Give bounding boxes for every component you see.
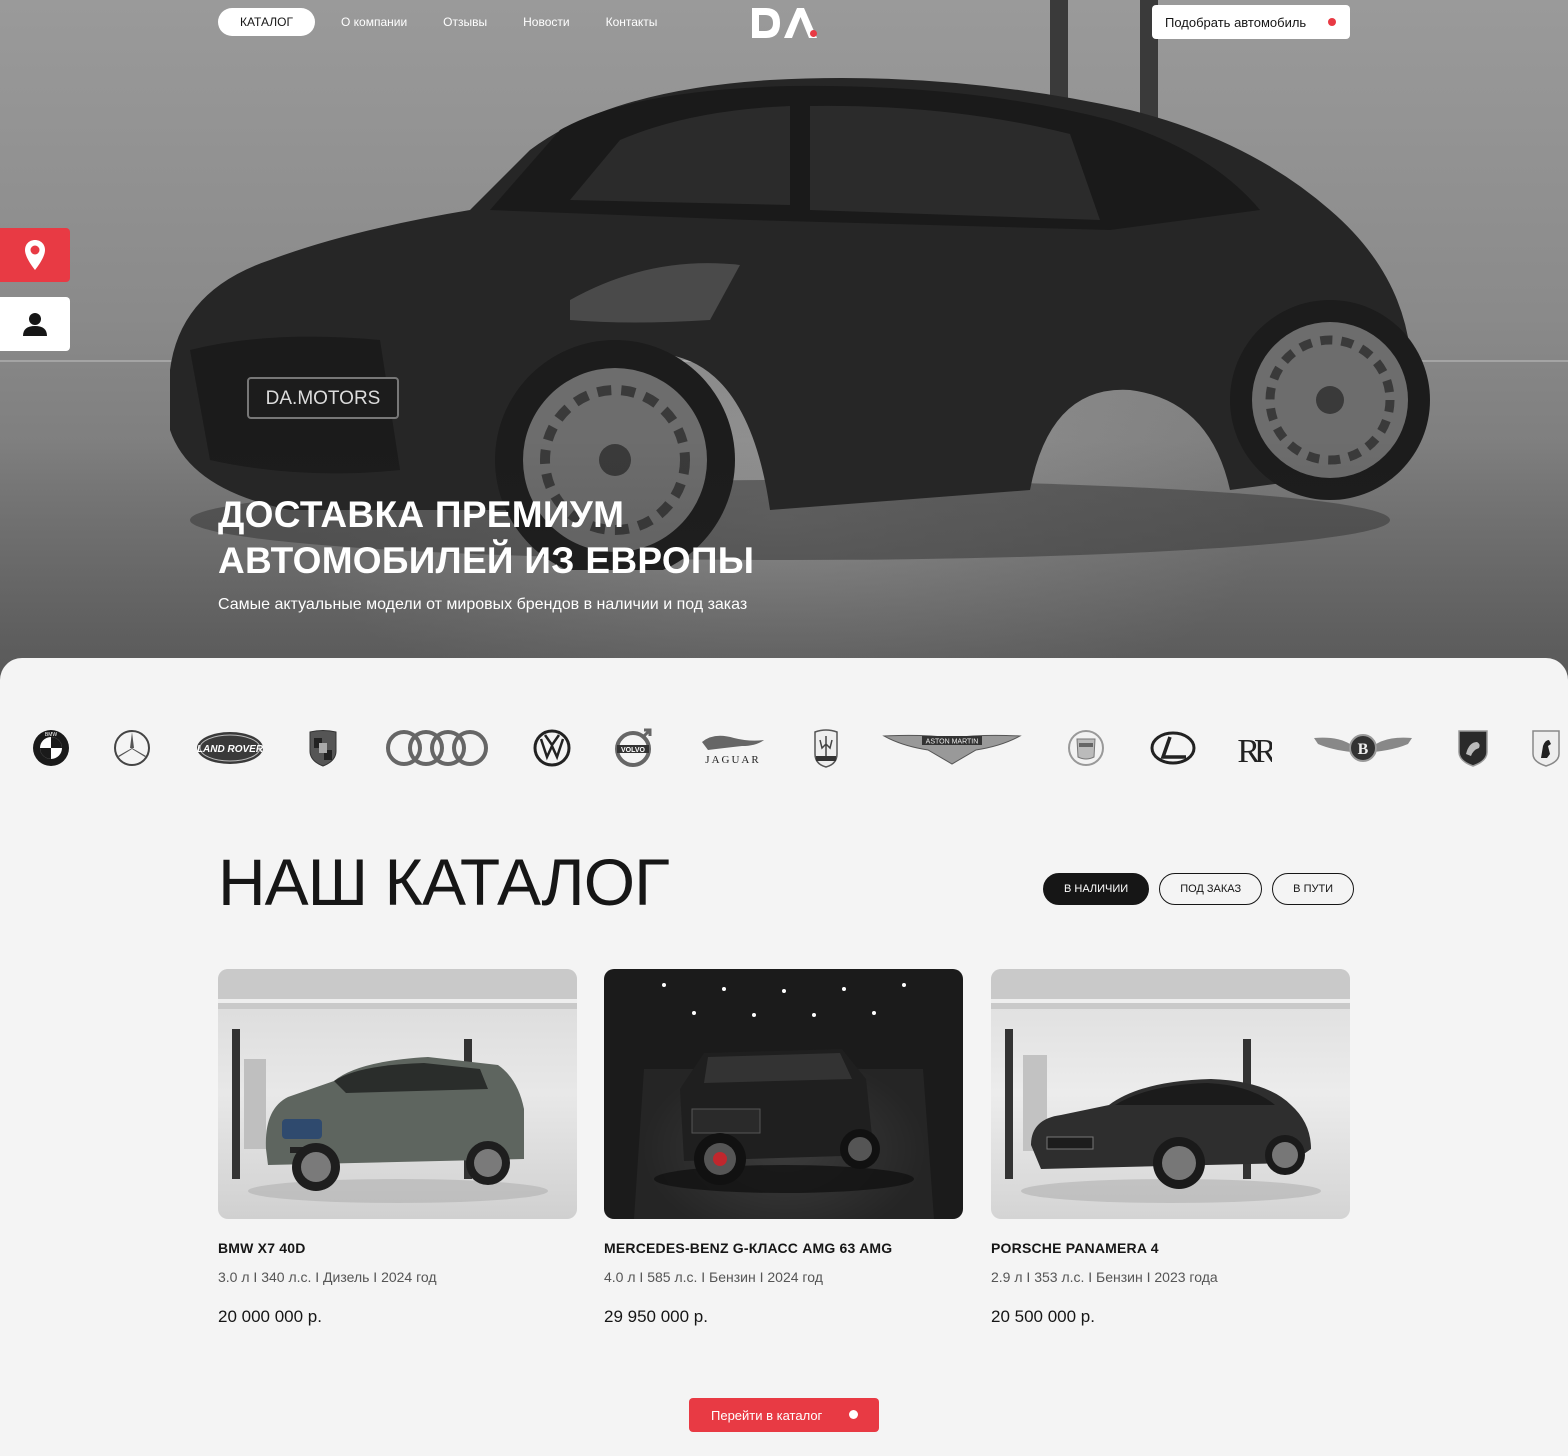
car-price: 20 500 000 р. [991,1307,1095,1326]
brand-logo-volvo[interactable]: VOLVO [612,722,654,774]
go-to-catalog-label: Перейти в каталог [711,1407,823,1423]
svg-text:LAND ROVER: LAND ROVER [197,744,264,755]
main-nav: КАТАЛОГ О компании Отзывы Новости Контак… [218,8,675,36]
svg-text:RR: RR [1237,733,1272,768]
car-photo[interactable] [218,969,577,1219]
map-pin-icon [25,240,45,270]
brand-logo-lexus[interactable] [1150,722,1196,774]
main-content: BMW LAND ROVER VOLVO JAGUAR ASTON MARTIN… [0,658,1568,1456]
svg-text:BMW: BMW [45,732,58,738]
hero-title: ДОСТАВКА ПРЕМИУМ АВТОМОБИЛЕЙ ИЗ ЕВРОПЫ [218,492,918,584]
car-name[interactable]: PORSCHE PANAMERA 4 [991,1240,1350,1256]
brand-logo-lamborghini[interactable] [1456,722,1490,774]
car-photo[interactable] [991,969,1350,1219]
account-button[interactable] [0,297,70,351]
car-card[interactable]: PORSCHE PANAMERA 4 2.9 л I 353 л.с. I Бе… [991,969,1350,1327]
user-icon [23,313,47,336]
car-card[interactable]: MERCEDES-BENZ G-КЛАСС AMG 63 AMG 4.0 л I… [604,969,963,1327]
hero-title-line: ДОСТАВКА ПРЕМИУМ [218,494,625,535]
logo-dot [810,30,817,37]
car-price: 20 000 000 р. [218,1307,322,1326]
go-to-catalog-button[interactable]: Перейти в каталог [689,1398,879,1432]
brand-logo-porsche[interactable] [306,722,340,774]
car-photo[interactable] [604,969,963,1219]
nav-about[interactable]: О компании [323,8,425,36]
brand-logo-rolls-royce[interactable]: RR [1236,722,1272,774]
pick-car-button[interactable]: Подобрать автомобиль [1152,5,1350,39]
brand-logo-ferrari[interactable] [1530,722,1562,774]
button-dot [1328,18,1336,26]
svg-text:VOLVO: VOLVO [621,747,646,754]
hero-subtitle: Самые актуальные модели от мировых бренд… [218,596,748,613]
brand-logo-bmw[interactable]: BMW [30,722,72,774]
svg-text:B: B [1358,741,1369,758]
brand-logo-bentley[interactable]: B [1312,722,1414,774]
brand-logo-maserati[interactable] [812,722,840,774]
nav-catalog[interactable]: КАТАЛОГ [218,8,315,36]
car-name[interactable]: MERCEDES-BENZ G-КЛАСС AMG 63 AMG [604,1240,963,1256]
car-card[interactable]: BMW X7 40D 3.0 л I 340 л.с. I Дизель I 2… [218,969,577,1327]
pick-car-label: Подобрать автомобиль [1165,14,1307,30]
brand-logo-audi[interactable] [384,722,490,774]
brand-logo-mercedes[interactable] [112,722,152,774]
tab-in-stock[interactable]: В НАЛИЧИИ [1043,873,1150,905]
tab-in-transit[interactable]: В ПУТИ [1272,873,1355,905]
car-specs: 3.0 л I 340 л.с. I Дизель I 2024 год [218,1269,437,1285]
catalog-title: НАШ КАТАЛОГ [218,845,670,919]
license-plate: DA.MOTORS [266,388,381,409]
nav-contacts[interactable]: Контакты [588,8,676,36]
hero-section: DA.MOTORS ДОСТАВКА ПРЕМИУМ АВТОМОБИЛЕЙ И… [0,0,1568,700]
car-specs: 2.9 л I 353 л.с. I Бензин I 2023 года [991,1269,1218,1285]
nav-news[interactable]: Новости [505,8,587,36]
car-name[interactable]: BMW X7 40D [218,1240,577,1256]
hero-title-line: АВТОМОБИЛЕЙ ИЗ ЕВРОПЫ [218,540,755,581]
tab-on-order[interactable]: ПОД ЗАКАЗ [1159,873,1263,905]
car-specs: 4.0 л I 585 л.с. I Бензин I 2024 год [604,1269,823,1285]
catalog-filter-tabs: В НАЛИЧИИ ПОД ЗАКАЗ В ПУТИ [1043,873,1355,905]
location-button[interactable] [0,228,70,282]
nav-reviews[interactable]: Отзывы [425,8,505,36]
brand-logo-aston-martin[interactable]: ASTON MARTIN [882,722,1022,774]
svg-text:ASTON MARTIN: ASTON MARTIN [926,739,979,746]
car-price: 29 950 000 р. [604,1307,708,1326]
svg-text:JAGUAR: JAGUAR [705,754,760,766]
brand-logo-volkswagen[interactable] [532,722,572,774]
brand-strip: BMW LAND ROVER VOLVO JAGUAR ASTON MARTIN… [0,722,1568,774]
button-dot [849,1410,858,1419]
brand-logo-cadillac[interactable] [1066,722,1106,774]
brand-logo-jaguar[interactable]: JAGUAR [694,722,772,774]
brand-logo-land-rover[interactable]: LAND ROVER [196,722,264,774]
